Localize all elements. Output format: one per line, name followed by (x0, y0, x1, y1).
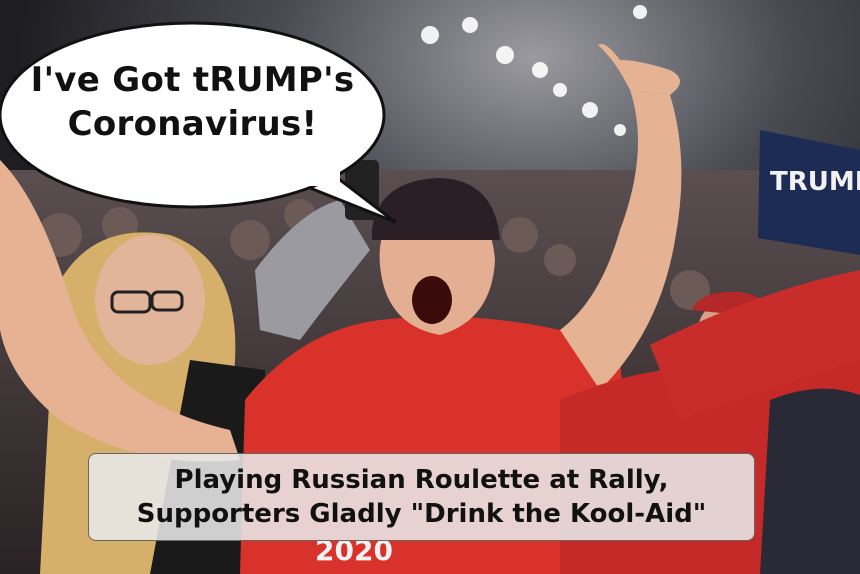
caption-box: Playing Russian Roulette at Rally, Suppo… (88, 453, 755, 541)
speech-line-1: I've Got tRUMP's (30, 60, 355, 100)
caption-line-2: Supporters Gladly "Drink the Kool-Aid" (136, 499, 707, 529)
speech-bubble-text: I've Got tRUMP's Coronavirus! (0, 58, 385, 146)
rally-photo: TRUMP (0, 0, 860, 574)
person-in-suit (760, 388, 860, 574)
campaign-banner: TRUMP (758, 130, 860, 255)
banner-text: TRUMP (770, 167, 860, 197)
caption-line-1: Playing Russian Roulette at Rally, (174, 465, 669, 495)
speech-line-2: Coronavirus! (67, 104, 318, 144)
